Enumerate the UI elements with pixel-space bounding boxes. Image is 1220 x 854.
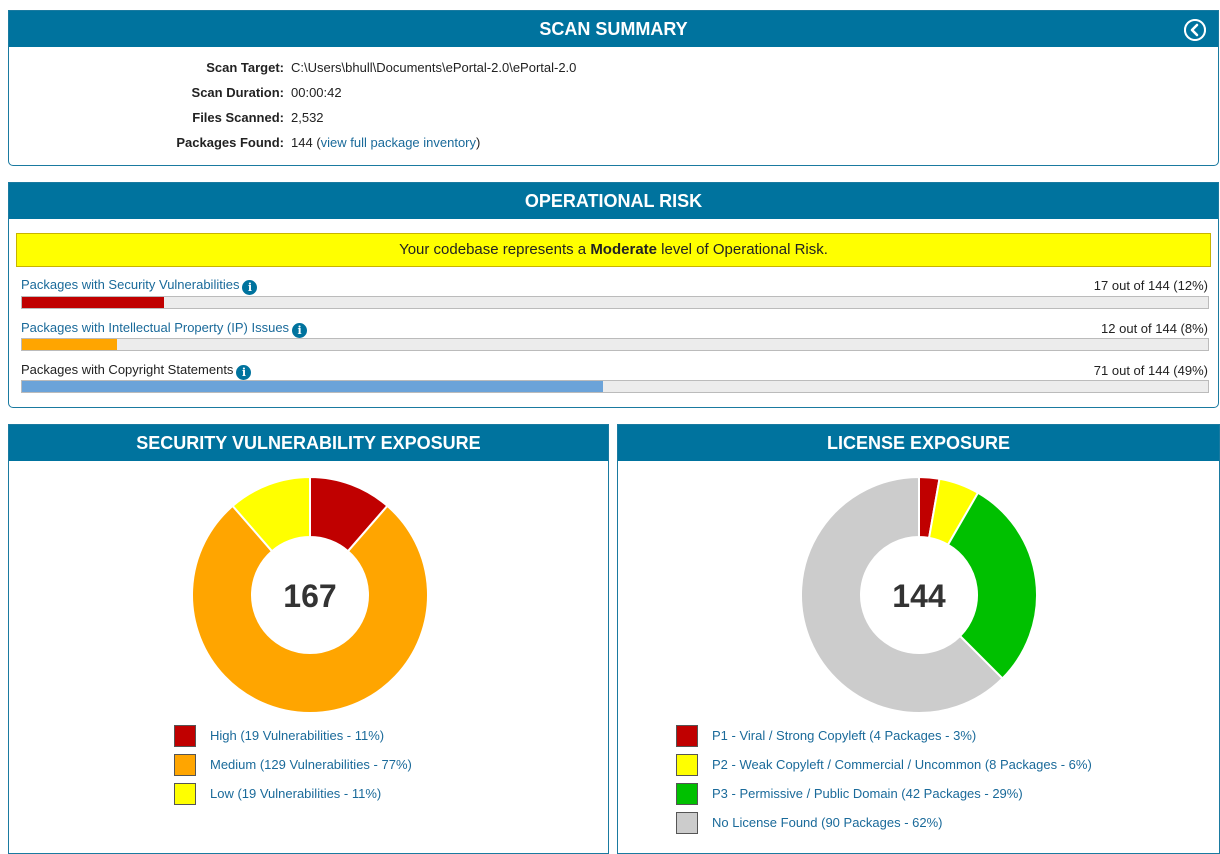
license-total: 144 [892, 578, 946, 614]
security-total: 167 [283, 578, 336, 614]
collapse-icon[interactable] [1184, 19, 1206, 41]
swatch-p1 [676, 725, 698, 747]
legend-label-no-license[interactable]: No License Found (90 Packages - 62%) [712, 815, 943, 830]
swatch-medium [174, 754, 196, 776]
swatch-p2 [676, 754, 698, 776]
scan-target-value: C:\Users\bhull\Documents\ePortal-2.0\ePo… [291, 60, 577, 75]
operational-risk-panel: OPERATIONAL RISK Your codebase represent… [8, 182, 1219, 408]
operational-risk-header: OPERATIONAL RISK [9, 183, 1218, 219]
scan-target-row: Scan Target: C:\Users\bhull\Documents\eP… [9, 58, 709, 78]
legend-label-low[interactable]: Low (19 Vulnerabilities - 11%) [210, 786, 381, 801]
scan-summary-header: SCAN SUMMARY [9, 11, 1218, 47]
metric-copyright: Packages with Copyright Statements i [21, 362, 252, 380]
risk-level-banner: Your codebase represents a Moderate leve… [16, 233, 1211, 267]
security-progress-fill [22, 297, 165, 308]
swatch-p3 [676, 783, 698, 805]
packages-found-label: Packages Found: [176, 135, 284, 150]
packages-found-value: 144 (view full package inventory) [291, 135, 481, 150]
ip-count: 12 out of 144 (8%) [1101, 321, 1208, 336]
legend-label-p2[interactable]: P2 - Weak Copyleft / Commercial / Uncomm… [712, 757, 1092, 772]
scan-summary-title: SCAN SUMMARY [539, 19, 688, 39]
security-vulnerabilities-link[interactable]: Packages with Security Vulnerabilities [21, 277, 239, 292]
scan-target-label: Scan Target: [206, 60, 284, 75]
swatch-no-license [676, 812, 698, 834]
info-icon[interactable]: i [292, 323, 308, 338]
security-count: 17 out of 144 (12%) [1093, 278, 1208, 293]
security-donut-chart: 167 [191, 475, 429, 714]
ip-progress-fill [22, 339, 117, 350]
scan-duration-row: Scan Duration: 00:00:42 [9, 83, 709, 103]
risk-banner-prefix: Your codebase represents a [399, 241, 591, 258]
license-donut-chart: 144 [800, 475, 1038, 714]
swatch-low [174, 783, 196, 805]
legend-label-p3[interactable]: P3 - Permissive / Public Domain (42 Pack… [712, 786, 1023, 801]
swatch-high [174, 725, 196, 747]
copyright-progress-bar [21, 380, 1209, 393]
security-progress-bar [21, 296, 1209, 309]
copyright-count: 71 out of 144 (49%) [1093, 363, 1208, 378]
files-scanned-row: Files Scanned: 2,532 [9, 108, 709, 128]
ip-issues-link[interactable]: Packages with Intellectual Property (IP)… [21, 320, 289, 335]
info-icon[interactable]: i [236, 365, 252, 380]
security-exposure-header: SECURITY VULNERABILITY EXPOSURE [9, 425, 608, 461]
operational-risk-title: OPERATIONAL RISK [524, 191, 703, 211]
metric-security: Packages with Security Vulnerabilities i [21, 277, 258, 295]
info-icon[interactable]: i [242, 280, 258, 295]
legend-label-medium[interactable]: Medium (129 Vulnerabilities - 77%) [210, 757, 412, 772]
license-exposure-header: LICENSE EXPOSURE [618, 425, 1219, 461]
files-scanned-value: 2,532 [291, 110, 324, 125]
scan-duration-value: 00:00:42 [291, 85, 342, 100]
copyright-label: Packages with Copyright Statements [21, 362, 234, 377]
legend-label-high[interactable]: High (19 Vulnerabilities - 11%) [210, 728, 384, 743]
copyright-progress-fill [22, 381, 604, 392]
package-inventory-link[interactable]: view full package inventory [321, 135, 476, 150]
files-scanned-label: Files Scanned: [192, 110, 284, 125]
metric-ip: Packages with Intellectual Property (IP)… [21, 320, 308, 338]
security-exposure-panel: SECURITY VULNERABILITY EXPOSURE 167 High… [8, 424, 609, 854]
license-exposure-title: LICENSE EXPOSURE [826, 433, 1011, 453]
scan-duration-label: Scan Duration: [191, 85, 284, 100]
risk-banner-suffix: level of Operational Risk. [657, 241, 828, 258]
packages-found-row: Packages Found: 144 (view full package i… [9, 133, 709, 153]
license-exposure-panel: LICENSE EXPOSURE 144 P1 - Viral / Strong… [617, 424, 1220, 854]
scan-summary-panel: SCAN SUMMARY Scan Target: C:\Users\bhull… [8, 10, 1219, 166]
packages-count: 144 [291, 135, 313, 150]
security-exposure-title: SECURITY VULNERABILITY EXPOSURE [136, 433, 481, 453]
ip-progress-bar [21, 338, 1209, 351]
risk-level: Moderate [590, 241, 657, 258]
legend-label-p1[interactable]: P1 - Viral / Strong Copyleft (4 Packages… [712, 728, 976, 743]
